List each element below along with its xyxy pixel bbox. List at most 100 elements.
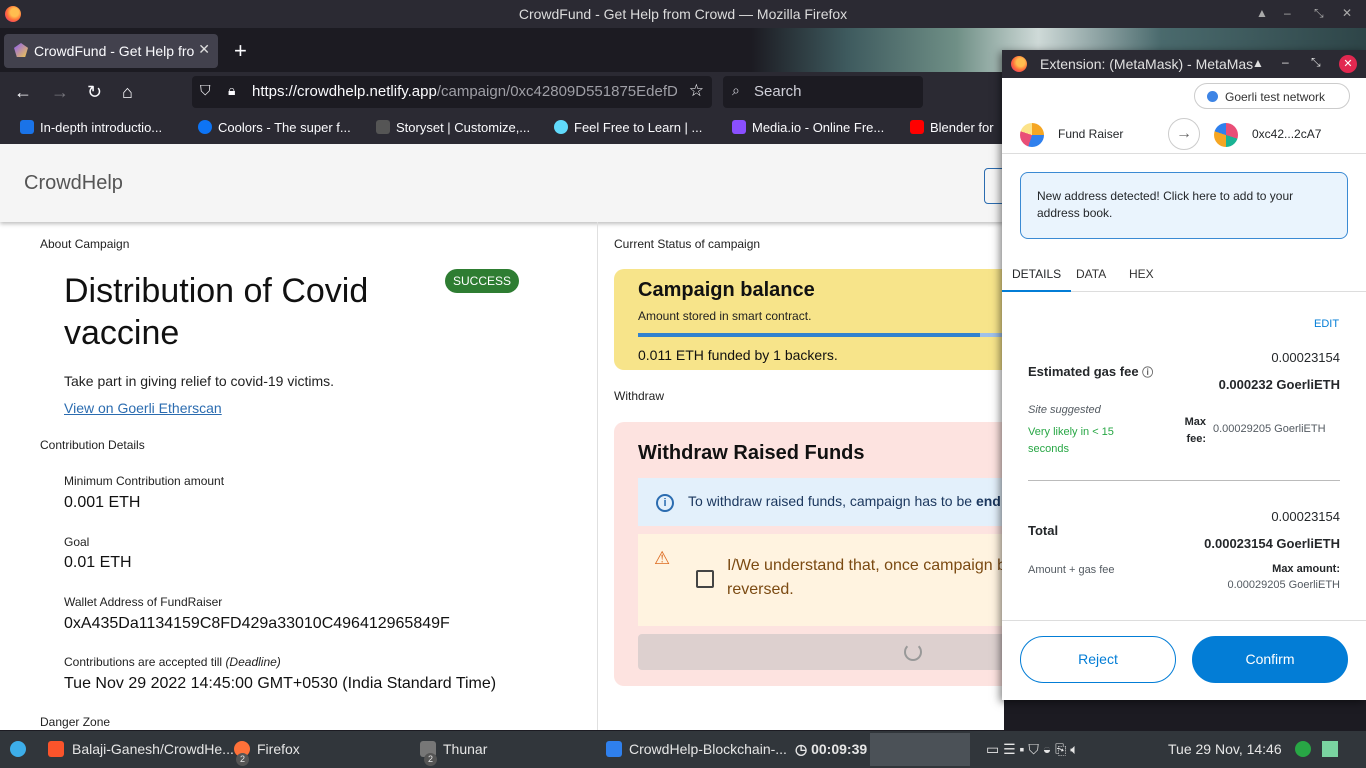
bookmarks-bar: In-depth introductio... Coolors - The su… <box>0 112 1004 144</box>
confirm-button[interactable]: Confirm <box>1192 636 1348 683</box>
home-icon[interactable]: ⌂ <box>122 82 133 103</box>
bookmark-item[interactable]: In-depth introductio... <box>20 120 162 135</box>
withdraw-warning-text: I/We understand that, once campaign be r… <box>727 557 1004 598</box>
goal-value: 0.01 ETH <box>64 554 132 571</box>
max-fee-value: 0.00029205 GoerliETH <box>1213 423 1326 435</box>
taskbar-item-thunar[interactable]: Thunar <box>443 741 487 757</box>
tab-crowdfund[interactable]: CrowdFund - Get Help from Crowd ✕ <box>4 34 218 68</box>
new-tab-icon[interactable]: + <box>234 38 247 64</box>
tab-details[interactable]: DETAILS <box>1002 258 1072 292</box>
taskbar-item-brave[interactable]: Balaji-Ganesh/CrowdHe... <box>72 741 234 757</box>
update-icon[interactable] <box>1295 741 1311 757</box>
minimize-icon[interactable]: – <box>1282 55 1289 69</box>
understand-checkbox[interactable] <box>696 570 714 588</box>
tray-icons[interactable]: ▭ ☰ ▪ ⛉ ◒ ⎘ 🔈︎ <box>986 741 1079 758</box>
wallet-address: 0xA435Da1134159C8FD429a33010C49641296584… <box>64 615 450 632</box>
to-address[interactable]: 0xc42...2cA7 <box>1252 127 1321 141</box>
about-label: About Campaign <box>40 237 130 251</box>
bookmark-item[interactable]: Media.io - Online Fre... <box>732 120 884 135</box>
keep-above-icon[interactable]: ▲ <box>1256 6 1268 20</box>
edit-gas-link[interactable]: EDIT <box>1314 318 1339 330</box>
app-menu-icon[interactable] <box>10 741 26 757</box>
url-bar[interactable]: ⛉ 🔒︎ https://crowdhelp.netlify.app/campa… <box>192 76 712 108</box>
taskbar-item-firefox[interactable]: Firefox <box>257 741 300 757</box>
max-amount-label: Max amount: <box>1272 563 1340 575</box>
tab-data[interactable]: DATA <box>1076 267 1106 281</box>
timer[interactable]: ◷ 00:09:39 <box>795 741 867 758</box>
taskbar: Balaji-Ganesh/CrowdHe... Firefox 2 Thuna… <box>0 731 1366 768</box>
shield-icon[interactable]: ⛉ <box>200 82 211 99</box>
danger-zone-label: Danger Zone <box>40 715 111 729</box>
goal-label: Goal <box>64 535 90 549</box>
cpu-graph-icon <box>1322 741 1338 757</box>
workspace-switcher[interactable] <box>870 733 970 766</box>
url-text[interactable]: https://crowdhelp.netlify.app/campaign/0… <box>252 83 677 100</box>
search-input[interactable]: ⌕ Search <box>723 76 923 108</box>
metamask-footer: Reject Confirm <box>1002 620 1366 700</box>
close-window-icon[interactable]: ✕ <box>1342 6 1352 20</box>
brand-logo[interactable]: CrowdHelp <box>24 172 123 195</box>
deadline-value: Tue Nov 29 2022 14:45:00 GMT+0530 (India… <box>64 675 497 692</box>
gas-fee-small: 0.00023154 <box>1271 350 1340 365</box>
network-selector[interactable]: Goerli test network <box>1194 83 1350 109</box>
reload-icon[interactable]: ↻ <box>87 82 102 103</box>
bookmark-favicon-icon <box>910 120 924 134</box>
info-icon: i <box>656 494 674 512</box>
taskbar-item-vscode[interactable]: CrowdHelp-Blockchain-... <box>629 741 787 757</box>
forward-icon[interactable]: → <box>51 82 69 103</box>
from-account[interactable]: Fund Raiser <box>1058 127 1123 141</box>
header-button[interactable] <box>984 168 1004 204</box>
withdraw-info-alert: i To withdraw raised funds, campaign has… <box>638 478 1004 526</box>
bookmark-favicon-icon <box>554 120 568 134</box>
clock[interactable]: Tue 29 Nov, 14:46 <box>1168 741 1282 757</box>
etherscan-link[interactable]: View on Goerli Etherscan <box>64 400 222 416</box>
bookmark-item[interactable]: Feel Free to Learn | ... <box>554 120 702 135</box>
lock-icon[interactable]: 🔒︎ <box>228 82 235 99</box>
max-fee-label: Max fee: <box>1184 416 1206 445</box>
site-suggested: Site suggested <box>1028 404 1101 416</box>
deadline-label: Contributions are accepted till (Deadlin… <box>64 655 281 669</box>
details-tabs: DETAILS DATA HEX <box>1002 258 1366 292</box>
keep-above-icon[interactable]: ▲ <box>1252 56 1264 70</box>
to-avatar-icon <box>1214 123 1238 147</box>
back-icon[interactable]: ← <box>14 82 32 103</box>
balance-progress-bar <box>638 333 1004 337</box>
brave-icon <box>48 741 64 757</box>
account-row: Fund Raiser → 0xc42...2cA7 <box>1002 116 1366 154</box>
clock-icon: ◷ <box>795 741 808 757</box>
withdraw-title: Withdraw Raised Funds <box>638 442 865 464</box>
campaign-balance-card: Campaign balance Amount stored in smart … <box>614 269 1004 370</box>
close-tab-icon[interactable]: ✕ <box>198 41 210 58</box>
balance-funded: 0.011 ETH funded by 1 backers. <box>638 347 838 363</box>
bookmark-favicon-icon <box>20 120 34 134</box>
campaign-title: Distribution of Covid vaccine <box>64 272 369 352</box>
reject-button[interactable]: Reject <box>1020 636 1176 683</box>
arrow-right-icon: → <box>1168 118 1200 150</box>
withdraw-button[interactable] <box>638 634 1004 670</box>
minimize-icon[interactable]: – <box>1284 6 1291 20</box>
bookmark-item[interactable]: Storyset | Customize,... <box>376 120 530 135</box>
bookmark-item[interactable]: Blender for <box>910 120 994 135</box>
loading-spinner-icon <box>904 643 922 661</box>
estimated-gas-label: Estimated gas fee ⓘ <box>1028 364 1154 379</box>
bookmark-star-icon[interactable]: ☆ <box>689 81 704 101</box>
tab-label: CrowdFund - Get Help from Crowd <box>34 43 194 59</box>
new-address-notice[interactable]: New address detected! Click here to add … <box>1020 172 1348 239</box>
gas-fee-value: 0.000232 GoerliETH <box>1218 377 1340 392</box>
bookmark-item[interactable]: Coolors - The super f... <box>198 120 351 135</box>
total-label: Total <box>1028 523 1059 538</box>
crowdfund-favicon-icon <box>14 43 28 57</box>
tab-hex[interactable]: HEX <box>1129 267 1154 281</box>
maximize-icon[interactable]: ⤡ <box>1311 55 1321 70</box>
withdraw-label: Withdraw <box>614 389 665 403</box>
maximize-icon[interactable]: ⤡ <box>1314 6 1324 21</box>
campaign-description: Take part in giving relief to covid-19 v… <box>64 373 334 389</box>
search-icon: ⌕ <box>732 82 740 98</box>
navigation-bar: ← → ↻ ⌂ ⛉ 🔒︎ https://crowdhelp.netlify.a… <box>0 72 1004 112</box>
bookmark-favicon-icon <box>376 120 390 134</box>
metamask-titlebar: Extension: (MetaMask) - MetaMas ▲ – ⤡ ✕ <box>1002 50 1366 78</box>
info-circle-icon[interactable]: ⓘ <box>1142 367 1153 379</box>
window-count-badge: 2 <box>236 753 249 766</box>
close-window-icon[interactable]: ✕ <box>1339 55 1357 73</box>
total-value: 0.00023154 GoerliETH <box>1204 536 1340 551</box>
